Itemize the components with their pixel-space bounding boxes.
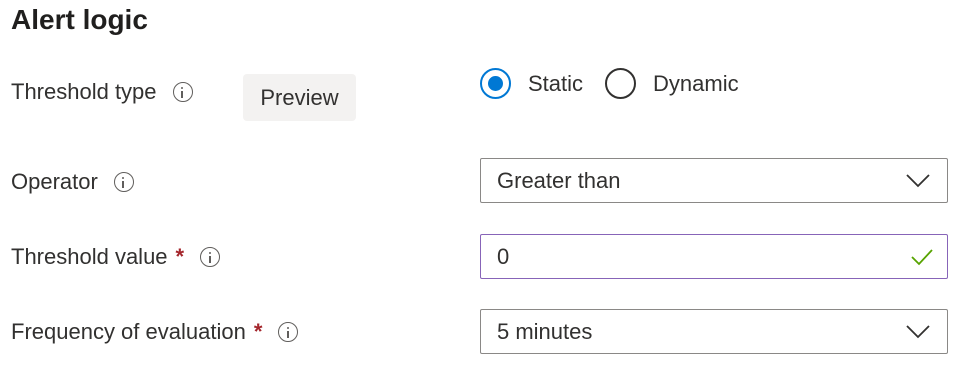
required-marker: * <box>253 319 263 344</box>
threshold-type-label-group: Threshold type <box>11 78 193 106</box>
operator-selected-value: Greater than <box>497 167 621 193</box>
threshold-value-input[interactable]: 0 <box>480 234 948 279</box>
frequency-label-group: Frequency of evaluation * <box>11 318 299 346</box>
frequency-selected-value: 5 minutes <box>497 318 593 344</box>
threshold-value-text: 0 <box>497 243 510 269</box>
operator-label: Operator <box>11 169 98 194</box>
threshold-type-radio-group: Static Dynamic <box>480 68 739 99</box>
section-title: Alert logic <box>11 4 148 35</box>
info-icon[interactable] <box>113 172 134 192</box>
preview-badge: Preview <box>243 74 356 121</box>
operator-dropdown[interactable]: Greater than <box>480 158 948 203</box>
info-icon[interactable] <box>172 82 193 102</box>
required-marker: * <box>175 244 185 269</box>
radio-button-static[interactable] <box>480 68 511 99</box>
radio-option-static[interactable]: Static <box>480 68 583 99</box>
checkmark-icon <box>911 248 933 265</box>
threshold-value-label-group: Threshold value * <box>11 243 221 271</box>
threshold-type-label: Threshold type <box>11 79 157 104</box>
radio-label-dynamic[interactable]: Dynamic <box>653 71 739 97</box>
operator-label-group: Operator <box>11 168 134 196</box>
radio-button-dynamic[interactable] <box>605 68 637 99</box>
frequency-label: Frequency of evaluation <box>11 319 246 344</box>
threshold-value-label: Threshold value <box>11 244 168 269</box>
info-icon[interactable] <box>278 322 299 342</box>
info-icon[interactable] <box>200 247 221 267</box>
chevron-down-icon <box>906 324 930 338</box>
frequency-dropdown[interactable]: 5 minutes <box>480 309 948 354</box>
chevron-down-icon <box>906 173 930 187</box>
radio-option-dynamic[interactable]: Dynamic <box>605 68 739 99</box>
radio-label-static[interactable]: Static <box>528 71 583 97</box>
